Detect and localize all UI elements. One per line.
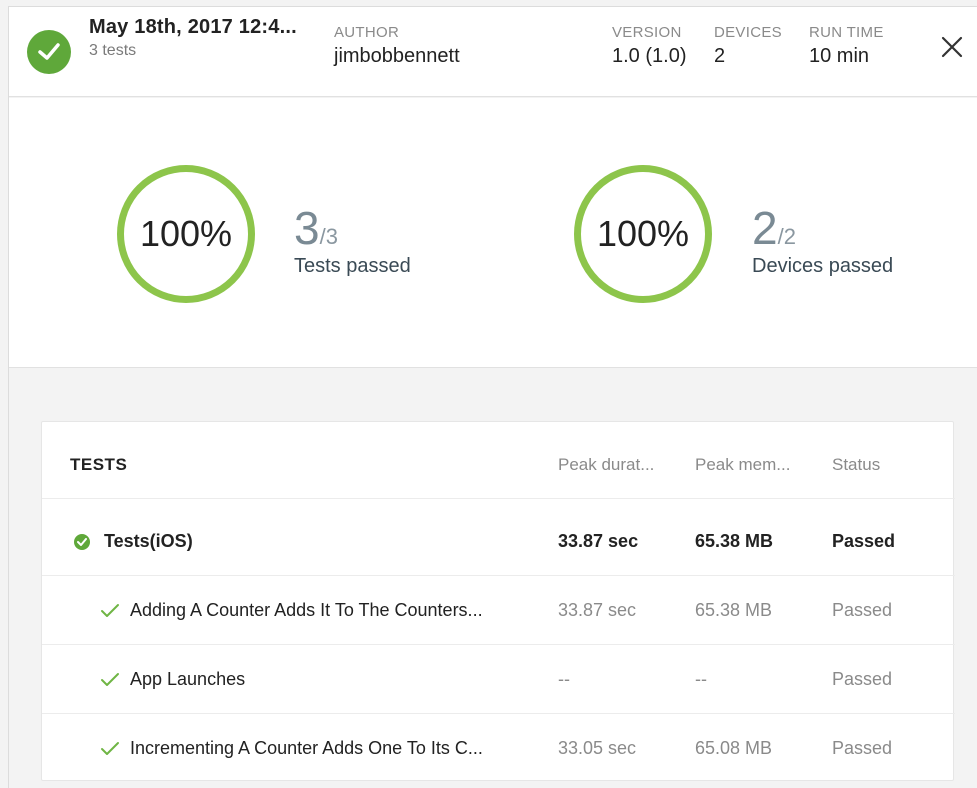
test-name: Incrementing A Counter Adds One To Its C… — [130, 738, 483, 758]
checkmark-icon — [101, 673, 119, 686]
tests-count: 3/3 — [294, 201, 338, 255]
test-memory: 65.08 MB — [695, 738, 773, 758]
run-title: May 18th, 2017 12:4... — [89, 16, 297, 38]
test-duration: 33.05 sec — [558, 738, 637, 758]
test-duration: -- — [558, 669, 570, 689]
author-value: jimbobbennett — [334, 45, 460, 67]
version-label: VERSION — [612, 24, 682, 41]
test-name: Adding A Counter Adds It To The Counters… — [130, 600, 483, 620]
checkmark-icon — [101, 742, 119, 755]
check-circle-icon — [74, 534, 90, 550]
devices-total-count: /2 — [777, 224, 796, 249]
author-label: AUTHOR — [334, 24, 400, 41]
close-icon — [941, 36, 963, 58]
test-duration: 33.87 sec — [558, 600, 637, 620]
summary-section: 100% 3/3 Tests passed 100% 2/2 Devices p… — [9, 98, 977, 368]
runtime-label: RUN TIME — [809, 24, 884, 41]
test-memory: 65.38 MB — [695, 600, 773, 620]
tests-passed-label: Tests passed — [294, 255, 411, 277]
table-row[interactable]: Adding A Counter Adds It To The Counters… — [42, 576, 955, 645]
devices-percent: 100% — [596, 213, 690, 254]
tests-heading: TESTS — [70, 455, 128, 474]
group-memory: 65.38 MB — [695, 531, 774, 551]
tests-table: TESTS Peak durat... Peak mem... Status T… — [41, 421, 955, 783]
version-value: 1.0 (1.0) — [612, 45, 687, 67]
table-group-row[interactable]: Tests(iOS) 33.87 sec 65.38 MB Passed — [42, 507, 955, 576]
table-header-row: TESTS Peak durat... Peak mem... Status — [42, 430, 955, 499]
tests-passed-count: 3 — [294, 202, 320, 254]
check-circle-icon — [27, 30, 71, 74]
group-name: Tests(iOS) — [104, 531, 193, 551]
table-row[interactable]: App Launches -- -- Passed — [42, 645, 955, 714]
devices-passed-count: 2 — [752, 202, 778, 254]
column-status[interactable]: Status — [832, 430, 880, 499]
close-button[interactable] — [937, 32, 967, 62]
test-memory: -- — [695, 669, 707, 689]
devices-progress-ring: 100% — [574, 165, 712, 303]
devices-passed-label: Devices passed — [752, 255, 894, 277]
test-name: App Launches — [130, 669, 246, 689]
test-status: Passed — [832, 738, 893, 758]
tests-progress-ring: 100% — [117, 165, 255, 303]
tests-total-count: /3 — [319, 224, 338, 249]
devices-value: 2 — [714, 45, 726, 67]
column-peak-duration[interactable]: Peak durat... — [558, 430, 654, 499]
table-row[interactable]: Incrementing A Counter Adds One To Its C… — [42, 714, 955, 783]
group-duration: 33.87 sec — [558, 531, 639, 551]
run-test-count: 3 tests — [89, 42, 137, 59]
runtime-value: 10 min — [809, 45, 870, 67]
devices-label: DEVICES — [714, 24, 782, 41]
run-header: May 18th, 2017 12:4... 3 tests AUTHOR ji… — [9, 7, 977, 97]
test-status: Passed — [832, 669, 893, 689]
test-run-panel: May 18th, 2017 12:4... 3 tests AUTHOR ji… — [8, 6, 977, 788]
tests-percent: 100% — [139, 213, 233, 254]
checkmark-icon — [101, 604, 119, 617]
test-status: Passed — [832, 600, 893, 620]
devices-count: 2/2 — [752, 201, 796, 255]
column-peak-memory[interactable]: Peak mem... — [695, 430, 790, 499]
group-status: Passed — [832, 531, 896, 551]
